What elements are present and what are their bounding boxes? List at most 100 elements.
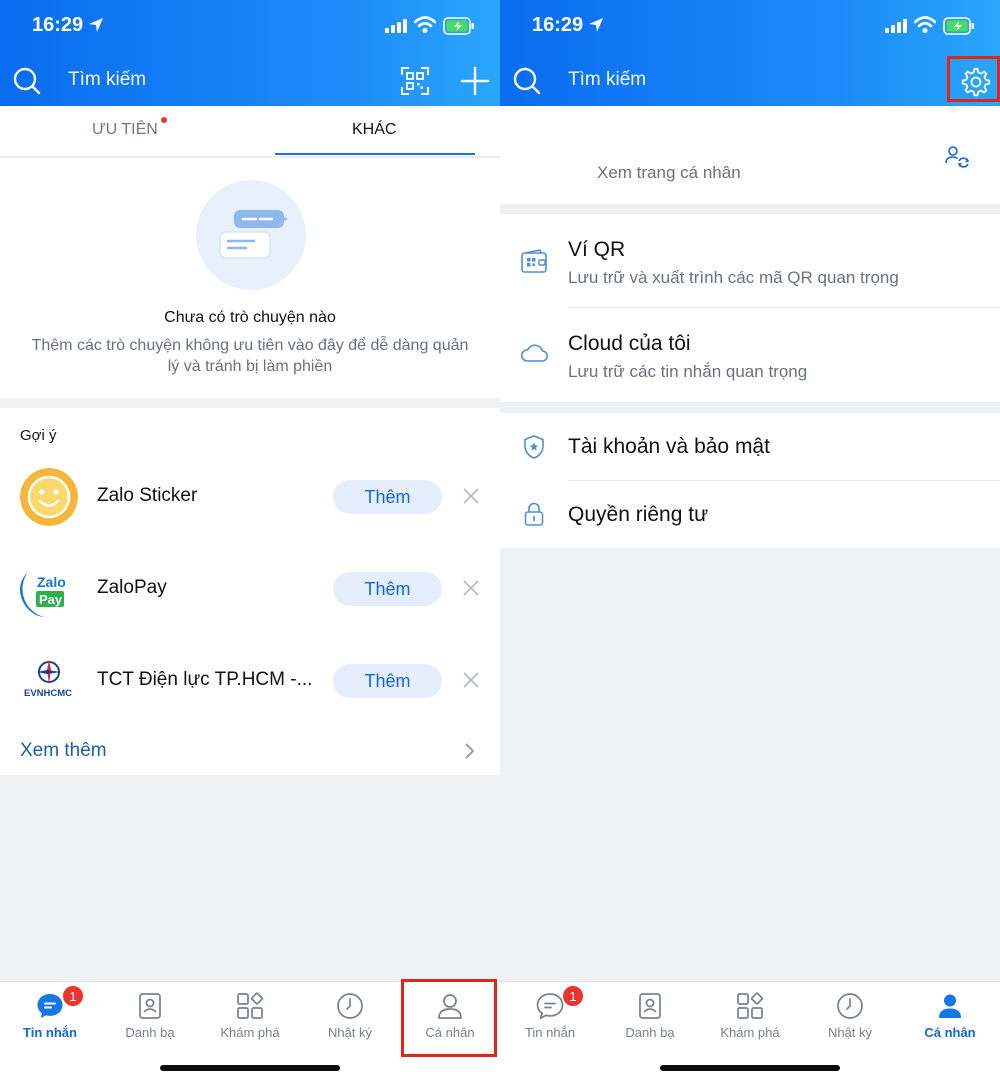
nav-label: Tin nhắn bbox=[23, 1025, 77, 1040]
header: 16:29 Tìm kiếm bbox=[500, 0, 1000, 106]
empty-title: Chưa có trò chuyện nào bbox=[164, 309, 336, 326]
item-vi-qr[interactable]: Ví QR Lưu trữ và xuất trình các mã QR qu… bbox=[500, 214, 1000, 308]
search-icon[interactable] bbox=[512, 66, 542, 96]
qr-scan-icon[interactable] bbox=[400, 66, 430, 96]
switch-account-icon[interactable] bbox=[944, 144, 970, 170]
active-tab-indicator bbox=[275, 153, 475, 155]
unread-badge: 1 bbox=[562, 985, 584, 1007]
messages-icon bbox=[37, 994, 63, 1018]
add-button[interactable]: Thêm bbox=[333, 572, 442, 606]
evn-logo-text: EVNHCMC bbox=[24, 688, 72, 699]
item-account-security[interactable]: Tài khoản và bảo mật bbox=[500, 413, 1000, 480]
left-screen: 16:29 Tìm kiếm ƯU TIÊN KHÁC Chưa có trò … bbox=[0, 0, 500, 1082]
nav-tin-nhan[interactable]: 1 Tin nhắn bbox=[500, 982, 600, 1062]
chevron-right-icon[interactable] bbox=[464, 742, 476, 760]
evn-hcmc-avatar: EVNHCMC bbox=[20, 652, 78, 710]
contacts-icon bbox=[639, 993, 661, 1019]
suggestion-row[interactable]: Zalo Pay ZaloPay Thêm bbox=[0, 549, 500, 629]
suggestion-name: ZaloPay bbox=[97, 577, 167, 598]
nav-nhat-ky[interactable]: Nhật ký bbox=[300, 982, 400, 1062]
unread-badge: 1 bbox=[62, 985, 84, 1007]
nav-ca-nhan[interactable]: Cá nhân bbox=[900, 982, 1000, 1062]
nav-nhat-ky[interactable]: Nhật ký bbox=[800, 982, 900, 1062]
header: 16:29 Tìm kiếm bbox=[0, 0, 500, 106]
see-more-link[interactable]: Xem thêm bbox=[20, 740, 107, 762]
profile-card[interactable]: Xem trang cá nhân bbox=[500, 106, 1000, 204]
settings-card: Tài khoản và bảo mật Quyền riêng tư bbox=[500, 413, 1000, 548]
clock-icon bbox=[337, 993, 363, 1019]
battery-icon bbox=[943, 17, 974, 35]
battery-icon bbox=[443, 17, 474, 35]
lock-icon bbox=[524, 502, 544, 526]
suggestion-name: Zalo Sticker bbox=[97, 485, 198, 506]
item-subtitle: Lưu trữ và xuất trình các mã QR quan trọ… bbox=[568, 268, 899, 287]
nav-label: Nhật ký bbox=[327, 1025, 373, 1040]
chat-bubbles-illustration bbox=[196, 180, 306, 290]
nav-label: Khám phá bbox=[220, 1025, 280, 1040]
wifi-icon bbox=[414, 16, 436, 33]
conversation-tabs: ƯU TIÊN KHÁC bbox=[0, 106, 500, 157]
status-bar: 16:29 bbox=[0, 0, 500, 54]
discover-grid-icon bbox=[237, 992, 264, 1019]
nav-label: Khám phá bbox=[720, 1025, 780, 1040]
nav-kham-pha[interactable]: Khám phá bbox=[700, 982, 800, 1062]
person-icon bbox=[939, 994, 961, 1018]
suggestions-section: Gợi ý Zalo Sticker Thêm Zalo Pay ZaloPay … bbox=[0, 408, 500, 775]
dismiss-icon[interactable] bbox=[462, 671, 480, 689]
suggestion-name: TCT Điện lực TP.HCM -... bbox=[97, 669, 313, 690]
tab-khac[interactable]: KHÁC bbox=[352, 121, 396, 139]
home-indicator[interactable] bbox=[660, 1065, 840, 1071]
utilities-card: Ví QR Lưu trữ và xuất trình các mã QR qu… bbox=[500, 214, 1000, 402]
search-placeholder[interactable]: Tìm kiếm bbox=[568, 69, 646, 91]
cellular-signal-icon bbox=[885, 19, 907, 33]
nav-label: Nhật ký bbox=[827, 1025, 873, 1040]
messages-icon bbox=[536, 993, 564, 1020]
cloud-icon bbox=[520, 344, 548, 362]
item-title: Ví QR bbox=[568, 238, 626, 261]
item-privacy[interactable]: Quyền riêng tư bbox=[500, 481, 1000, 548]
dismiss-icon[interactable] bbox=[462, 487, 480, 505]
nav-label: Cá nhân bbox=[924, 1025, 976, 1040]
suggestion-row[interactable]: Zalo Sticker Thêm bbox=[0, 457, 500, 537]
discover-grid-icon bbox=[737, 992, 764, 1019]
add-icon[interactable] bbox=[460, 66, 490, 96]
zalopay-logo-pay: Pay bbox=[39, 592, 63, 607]
empty-state: Chưa có trò chuyện nào Thêm các trò chuy… bbox=[0, 158, 500, 398]
clock-icon bbox=[837, 993, 863, 1019]
status-time: 16:29 bbox=[532, 14, 584, 36]
item-title: Quyền riêng tư bbox=[568, 503, 709, 526]
add-button[interactable]: Thêm bbox=[333, 480, 442, 514]
nav-kham-pha[interactable]: Khám phá bbox=[200, 982, 300, 1062]
cellular-signal-icon bbox=[385, 19, 407, 33]
highlight-box bbox=[401, 979, 497, 1057]
shield-icon bbox=[524, 435, 544, 459]
search-placeholder[interactable]: Tìm kiếm bbox=[68, 69, 146, 91]
status-bar: 16:29 bbox=[500, 0, 1000, 54]
nav-label: Tin nhắn bbox=[524, 1025, 576, 1040]
item-title: Cloud của tôi bbox=[568, 332, 691, 355]
search-icon[interactable] bbox=[12, 66, 42, 96]
right-screen: 16:29 Tìm kiếm Xem trang cá nhân Ví QR L… bbox=[500, 0, 1000, 1082]
suggestions-header: Gợi ý bbox=[20, 427, 57, 444]
zalopay-logo-zalo: Zalo bbox=[37, 574, 66, 590]
tab-uu-tien[interactable]: ƯU TIÊN bbox=[92, 121, 158, 139]
suggestion-row[interactable]: EVNHCMC TCT Điện lực TP.HCM -... Thêm bbox=[0, 641, 500, 721]
item-title: Tài khoản và bảo mật bbox=[568, 435, 770, 458]
view-profile-link[interactable]: Xem trang cá nhân bbox=[597, 163, 741, 183]
search-bar[interactable]: Tìm kiếm bbox=[0, 56, 500, 106]
unread-dot bbox=[161, 117, 167, 123]
item-cloud[interactable]: Cloud của tôi Lưu trữ các tin nhắn quan … bbox=[500, 308, 1000, 402]
dismiss-icon[interactable] bbox=[462, 579, 480, 597]
nav-tin-nhan[interactable]: 1 Tin nhắn bbox=[0, 982, 100, 1062]
contacts-icon bbox=[139, 993, 161, 1019]
nav-danh-ba[interactable]: Danh bạ bbox=[600, 982, 700, 1062]
location-arrow-icon bbox=[89, 18, 103, 32]
zalo-sticker-avatar bbox=[20, 468, 78, 526]
search-bar[interactable]: Tìm kiếm bbox=[500, 56, 1000, 106]
item-subtitle: Lưu trữ các tin nhắn quan trọng bbox=[568, 362, 808, 381]
nav-danh-ba[interactable]: Danh bạ bbox=[100, 982, 200, 1062]
wifi-icon bbox=[914, 16, 936, 33]
add-button[interactable]: Thêm bbox=[333, 664, 442, 698]
zalopay-avatar: Zalo Pay bbox=[20, 560, 78, 618]
home-indicator[interactable] bbox=[160, 1065, 340, 1071]
